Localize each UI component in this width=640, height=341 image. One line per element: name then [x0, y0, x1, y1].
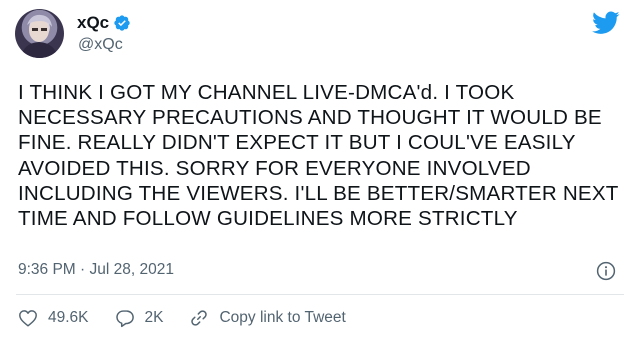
- tweet-text: I THINK I GOT MY CHANNEL LIVE-DMCA'd. I …: [18, 80, 628, 231]
- avatar[interactable]: [15, 9, 64, 58]
- author-handle[interactable]: @xQc: [78, 36, 123, 54]
- twitter-bird-icon[interactable]: [592, 11, 620, 35]
- copy-link-button[interactable]: Copy link to Tweet: [189, 308, 346, 328]
- tweet-card: xQc @xQc I THINK I GOT MY CHANNEL LIVE-D…: [0, 0, 640, 341]
- link-icon: [191, 310, 208, 326]
- tweet-text-line: NECESSARY PRECAUTIONS AND THOUGHT IT WOU…: [18, 106, 602, 130]
- tweet-text-line: INCLUDING THE VIEWERS. I'LL BE BETTER/SM…: [18, 181, 619, 205]
- tweet-text-line: AVOIDED THIS. SORRY FOR EVERYONE INVOLVE…: [18, 156, 531, 180]
- like-count: 49.6K: [48, 309, 89, 326]
- tweet-text-line: FINE. REALLY DIDN'T EXPECT IT BUT I COUL…: [18, 131, 576, 155]
- author-name-row[interactable]: xQc: [77, 12, 131, 34]
- reply-bubble-icon: [115, 309, 134, 327]
- divider: [16, 294, 624, 295]
- tweet-actions: 49.6K 2K Copy link to Tweet: [18, 305, 372, 331]
- copy-link-label: Copy link to Tweet: [219, 309, 346, 326]
- info-icon[interactable]: [596, 261, 616, 281]
- like-button[interactable]: 49.6K: [18, 309, 89, 327]
- reply-button[interactable]: 2K: [115, 309, 164, 328]
- reply-count: 2K: [144, 309, 164, 326]
- tweet-text-line: I THINK I GOT MY CHANNEL LIVE-DMCA'd. I …: [18, 81, 515, 104]
- tweet-text-line: TIME AND FOLLOW GUIDELINES MORE STRICTLY: [18, 207, 518, 231]
- tweet-timestamp[interactable]: 9:36 PM · Jul 28, 2021: [18, 261, 174, 279]
- verified-badge-icon: [113, 14, 131, 32]
- display-name[interactable]: xQc: [77, 13, 109, 33]
- heart-icon: [19, 310, 37, 327]
